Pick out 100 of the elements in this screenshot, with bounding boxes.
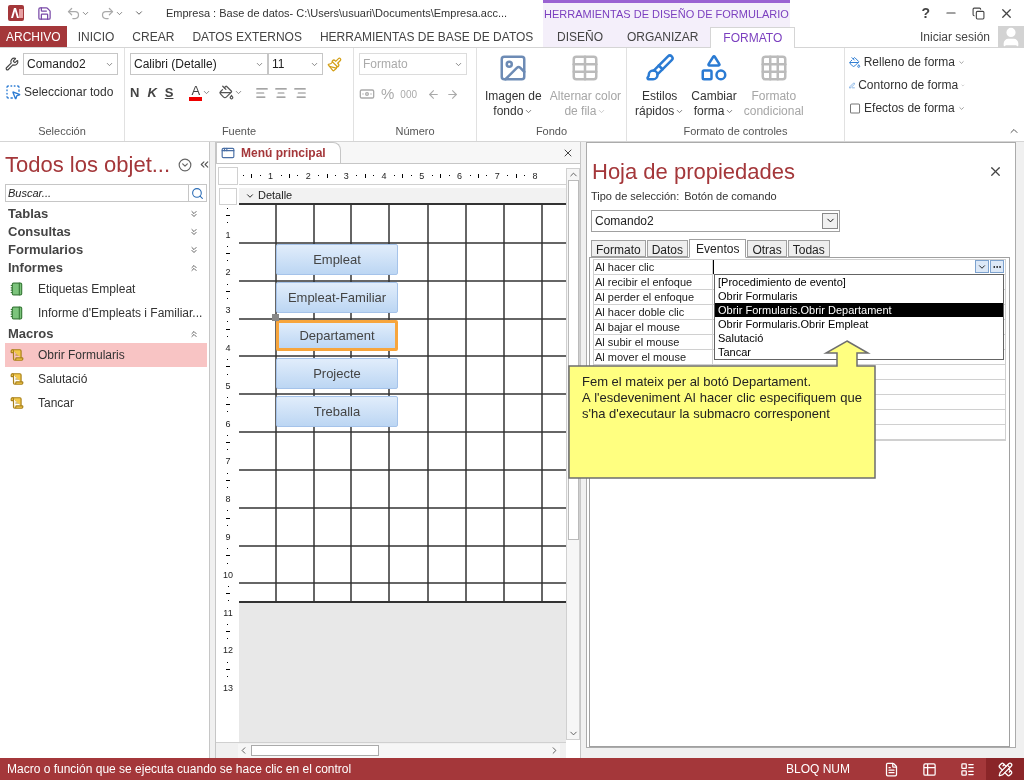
panel-title: Hoja de propiedades	[592, 158, 796, 186]
font-dropdown[interactable]: Calibri (Detalle)	[130, 53, 268, 75]
nav-group-header[interactable]: Consultas	[5, 223, 207, 241]
help-button[interactable]: ?	[921, 2, 930, 24]
ribbon-tab[interactable]: FORMATO	[710, 27, 796, 48]
horizontal-scrollbar[interactable]	[238, 743, 560, 758]
form-command-button[interactable]: Treballa	[276, 396, 398, 427]
dropdown-button[interactable]	[975, 260, 989, 273]
nav-item[interactable]: Etiquetas Empleat	[5, 277, 207, 301]
ruler-number: 2	[225, 267, 231, 278]
sign-in-link[interactable]: Iniciar sesión	[919, 27, 990, 46]
nav-pane-title: Todos los objet...	[5, 151, 171, 179]
build-button[interactable]	[990, 260, 1004, 273]
property-value-field[interactable]	[713, 259, 1005, 274]
ribbon-tab[interactable]: ARCHIVO	[0, 26, 67, 47]
decimal-increase-icon	[427, 87, 441, 101]
ruler-number: 12	[223, 645, 233, 656]
save-button[interactable]	[37, 5, 52, 21]
callout-text: A l'esdeveniment Al hacer clic especifiquem que s'ha d'executaur la submacro corresponent	[582, 390, 862, 422]
ribbon-button[interactable]: Contorno de forma	[849, 76, 965, 94]
property-name[interactable]: Al mover el mouse	[594, 349, 713, 364]
property-name[interactable]: Al recibir el enfoque	[594, 274, 713, 289]
group-label: Número	[394, 123, 436, 139]
ribbon-tab[interactable]: ORGANIZAR	[615, 26, 711, 47]
property-tab[interactable]: Otras	[747, 239, 787, 257]
nav-item[interactable]: Tancar	[5, 391, 207, 415]
align-right-icon	[293, 85, 308, 100]
form-command-button[interactable]: Empleat-Familiar	[276, 282, 398, 313]
dropdown-option[interactable]: Salutació	[715, 330, 767, 345]
close-button[interactable]	[988, 164, 1003, 179]
ruler-number: 3	[343, 170, 349, 181]
font-size-dropdown[interactable]: 11	[268, 53, 323, 75]
chevrons-up-icon	[189, 263, 199, 273]
ribbon-button[interactable]: Cambiar forma	[688, 53, 740, 119]
restore-button[interactable]	[972, 6, 985, 20]
select-all-button[interactable]: Seleccionar todo	[5, 83, 114, 101]
search-button[interactable]	[189, 184, 207, 202]
nav-menu-button[interactable]	[178, 157, 193, 172]
ribbon-tab[interactable]: DISEÑO	[545, 26, 615, 47]
dropdown-option[interactable]: Obrir Formularis.Obrir Empleat	[715, 316, 872, 331]
ribbon-tab[interactable]: HERRAMIENTAS DE BASE DE DATOS	[312, 26, 541, 47]
property-tab[interactable]: Formato	[591, 239, 646, 257]
nav-group-header[interactable]: Tablas	[5, 205, 207, 223]
font-color-button[interactable]: A	[189, 84, 212, 102]
customize-toolbar-button[interactable]	[134, 8, 144, 18]
ribbon-button[interactable]: Imagen de fondo	[482, 53, 545, 119]
property-name[interactable]: Al subir el mouse	[594, 334, 713, 349]
brush-icon	[644, 53, 675, 83]
property-name[interactable]: Al bajar el mouse	[594, 319, 713, 334]
fill-color-button[interactable]	[219, 85, 244, 101]
property-tab[interactable]: Eventos	[689, 238, 747, 258]
ribbon-tab[interactable]: DATOS EXTERNOS	[185, 26, 309, 47]
decimal-decrease-icon	[446, 87, 460, 101]
form-command-button[interactable]: Departament	[276, 320, 398, 351]
design-view-icon	[997, 761, 1013, 777]
property-tab[interactable]: Todas	[787, 239, 830, 257]
ribbon-tab[interactable]: CREAR	[125, 26, 182, 47]
form-command-button[interactable]: Projecte	[276, 358, 398, 389]
nav-item[interactable]: Obrir Formularis	[5, 343, 207, 367]
search-field[interactable]: Buscar...	[5, 184, 189, 202]
ruler-number: 6	[225, 418, 231, 429]
form-icon	[221, 146, 235, 160]
contextual-tab-header: HERRAMIENTAS DE DISEÑO DE FORMULARIO	[543, 0, 790, 26]
object-dropdown[interactable]: Comando2	[23, 53, 118, 75]
form-command-button[interactable]: Empleat	[276, 244, 398, 275]
ribbon-button[interactable]: Estilos rápidos	[632, 53, 688, 119]
nav-group-header[interactable]: Macros	[5, 325, 207, 343]
selection-type-value: Botón de comando	[684, 189, 777, 204]
view-button[interactable]	[986, 758, 1024, 780]
property-name[interactable]: Al hacer clic	[594, 259, 713, 274]
dropdown-option[interactable]: Obrir Formularis	[715, 288, 801, 303]
group-label: Fondo	[534, 123, 569, 139]
italic-button[interactable]: K	[147, 83, 157, 103]
underline-button[interactable]: S	[164, 83, 174, 103]
nav-item[interactable]: Informe d'Empleats i Familiar...	[5, 301, 207, 325]
section-bar[interactable]: Detalle	[239, 188, 566, 205]
nav-item[interactable]: Salutació	[5, 367, 207, 391]
app-logo-icon[interactable]	[7, 4, 25, 22]
ribbon-button[interactable]: Relleno de forma	[849, 53, 965, 71]
ribbon-button[interactable]: Efectos de forma	[849, 99, 965, 117]
object-dropdown[interactable]: Comando2	[591, 209, 840, 232]
scroll-icon	[10, 372, 24, 386]
bold-button[interactable]: N	[130, 83, 140, 103]
property-tab[interactable]: Datos	[646, 239, 689, 257]
dropdown-option[interactable]: Tancar	[715, 344, 755, 359]
dropdown-option[interactable]: Obrir Formularis.Obrir Departament	[715, 302, 1003, 317]
nav-group-header[interactable]: Informes	[5, 259, 207, 277]
property-name[interactable]: Al hacer doble clic	[594, 304, 713, 319]
report-icon	[10, 282, 24, 296]
chevrons-up-icon	[189, 329, 199, 339]
restore-icon	[972, 6, 985, 20]
scroll-icon	[10, 348, 24, 362]
dropdown-option[interactable]: [Procedimiento de evento]	[715, 274, 849, 289]
ribbon-tab[interactable]: INICIO	[70, 26, 122, 47]
document-tab[interactable]: Menú principal	[216, 142, 341, 163]
property-name[interactable]: Al perder el enfoque	[594, 289, 713, 304]
nav-group-header[interactable]: Formularios	[5, 241, 207, 259]
ruler-number: 1	[225, 229, 231, 240]
move-handle[interactable]	[272, 314, 279, 321]
selection-type-label: Tipo de selección:	[591, 189, 680, 204]
